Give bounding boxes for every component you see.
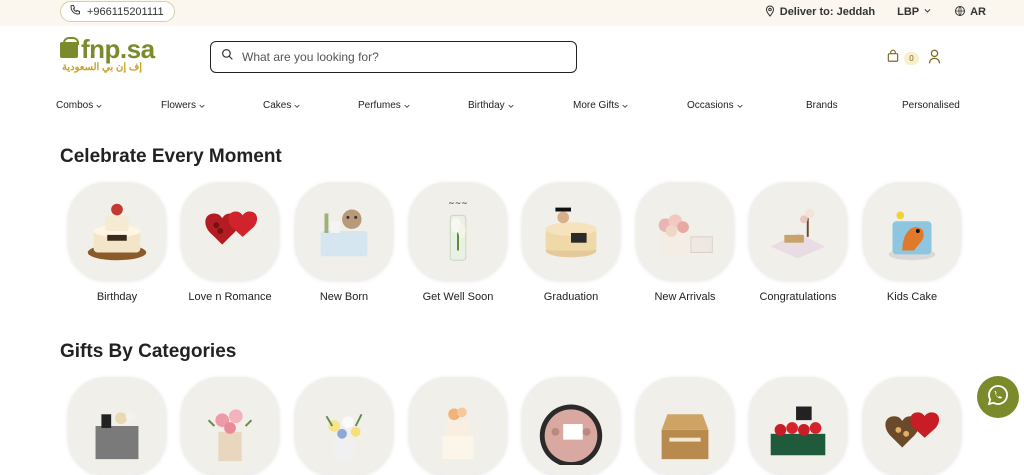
chevron-down-icon	[622, 104, 628, 108]
main-navigation: Combos Flowers Cakes Perfumes Birthday M…	[0, 100, 1024, 116]
chevron-down-icon	[737, 104, 743, 108]
chevron-down-icon	[96, 104, 102, 108]
gift-category-tile[interactable]	[68, 377, 166, 475]
category-label: Get Well Soon	[422, 291, 494, 303]
category-label: Graduation	[543, 291, 599, 303]
top-bar: +966115201111 Deliver to: Jeddah LBP AR	[0, 0, 1024, 26]
gift-category-tile[interactable]	[863, 377, 961, 475]
account-button[interactable]	[928, 49, 941, 69]
category-tile-congratulations[interactable]: Congratulations	[749, 182, 847, 303]
category-label: New Born	[319, 291, 369, 303]
chevron-down-icon	[199, 104, 205, 108]
gift-categories-row	[68, 377, 968, 475]
nav-item-brands[interactable]: Brands	[806, 100, 838, 111]
chevron-down-icon	[294, 104, 300, 108]
nav-label: Brands	[806, 100, 838, 111]
category-label: New Arrivals	[654, 291, 716, 303]
whatsapp-button[interactable]	[977, 376, 1019, 418]
deliver-to-label: Deliver to: Jeddah	[779, 6, 876, 18]
round-flower-box-icon	[522, 377, 620, 475]
baby-basket-icon	[295, 182, 393, 280]
kids-cake-icon	[863, 182, 961, 280]
rose-bouquet-icon	[181, 377, 279, 475]
chevron-down-icon	[404, 104, 410, 108]
whatsapp-icon	[986, 383, 1010, 412]
user-icon	[928, 49, 941, 68]
location-pin-icon	[764, 4, 776, 20]
shopping-bag-icon	[886, 49, 900, 68]
gift-category-tile[interactable]	[749, 377, 847, 475]
category-tile-graduation[interactable]: Graduation	[522, 182, 620, 303]
phone-number: +966115201111	[87, 5, 164, 18]
category-tile-kids-cake[interactable]: Kids Cake	[863, 182, 961, 303]
category-tile-love-n-romance[interactable]: Love n Romance	[181, 182, 279, 303]
nav-label: Occasions	[687, 100, 734, 111]
picnic-hamper-icon	[636, 377, 734, 475]
flower-box-icon	[636, 182, 734, 280]
category-tile-new-born[interactable]: New Born	[295, 182, 393, 303]
nav-label: Cakes	[263, 100, 292, 111]
gift-category-tile[interactable]	[636, 377, 734, 475]
flower-arrangement-icon	[295, 377, 393, 475]
category-label: Kids Cake	[886, 291, 938, 303]
phone-icon	[69, 4, 81, 19]
celebrate-row: Birthday Love n Romance New Born ~~~ Get…	[68, 182, 968, 303]
gift-box-logo-icon	[60, 37, 79, 58]
gift-category-tile[interactable]	[409, 377, 507, 475]
category-tile-get-well-soon[interactable]: ~~~ Get Well Soon	[409, 182, 507, 303]
cart-count-badge: 0	[904, 52, 919, 65]
search-icon	[221, 48, 234, 66]
rose-box-icon	[749, 377, 847, 475]
chevron-down-icon	[508, 104, 514, 108]
phone-link[interactable]: +966115201111	[60, 1, 175, 22]
language-selector[interactable]: AR	[954, 5, 986, 20]
category-tile-new-arrivals[interactable]: New Arrivals	[636, 182, 734, 303]
nav-item-more-gifts[interactable]: More Gifts	[573, 100, 629, 111]
category-tile-birthday[interactable]: Birthday	[68, 182, 166, 303]
gift-category-tile[interactable]	[522, 377, 620, 475]
cart-button[interactable]: 0	[886, 49, 919, 68]
category-label: Love n Romance	[188, 291, 272, 303]
category-label: Birthday	[96, 291, 138, 303]
nav-label: Perfumes	[358, 100, 401, 111]
nav-label: Combos	[56, 100, 94, 111]
nav-item-combos[interactable]: Combos	[56, 100, 103, 111]
nav-label: Personalised	[902, 100, 960, 111]
chevron-down-icon	[923, 6, 932, 18]
currency-label: LBP	[897, 6, 920, 18]
deliver-to-selector[interactable]: Deliver to: Jeddah	[764, 4, 876, 20]
nav-item-birthday[interactable]: Birthday	[468, 100, 515, 111]
search-input[interactable]	[242, 50, 562, 64]
nav-item-occasions[interactable]: Occasions	[687, 100, 744, 111]
nav-item-perfumes[interactable]: Perfumes	[358, 100, 411, 111]
graduation-cake-icon	[522, 182, 620, 280]
nav-item-cakes[interactable]: Cakes	[263, 100, 301, 111]
chocolate-heart-icon	[863, 377, 961, 475]
nav-label: Flowers	[161, 100, 197, 111]
language-label: AR	[970, 6, 986, 18]
logo-arabic-text: إف إن بي السعودية	[62, 62, 143, 73]
nav-item-flowers[interactable]: Flowers	[161, 100, 206, 111]
section-title-celebrate: Celebrate Every Moment	[60, 146, 282, 167]
gift-basket-icon	[68, 377, 166, 475]
flower-vase-icon: ~~~	[409, 182, 507, 280]
gift-tray-icon	[749, 182, 847, 280]
category-label: Congratulations	[759, 291, 837, 303]
nav-label: More Gifts	[573, 100, 620, 111]
birthday-cake-icon	[68, 182, 166, 280]
site-logo[interactable]: fnp.sa إف إن بي السعودية	[60, 34, 170, 78]
heart-box-icon	[181, 182, 279, 280]
currency-selector[interactable]: LBP	[897, 6, 932, 18]
section-title-gifts: Gifts By Categories	[60, 341, 237, 362]
search-bar[interactable]	[210, 41, 577, 73]
globe-icon	[954, 5, 966, 20]
cake-icon	[409, 377, 507, 475]
gift-category-tile[interactable]	[295, 377, 393, 475]
nav-label: Birthday	[468, 100, 505, 111]
nav-item-personalised[interactable]: Personalised	[902, 100, 960, 111]
logo-text: fnp.sa	[81, 34, 155, 64]
svg-text:~~~: ~~~	[448, 199, 468, 208]
gift-category-tile[interactable]	[181, 377, 279, 475]
